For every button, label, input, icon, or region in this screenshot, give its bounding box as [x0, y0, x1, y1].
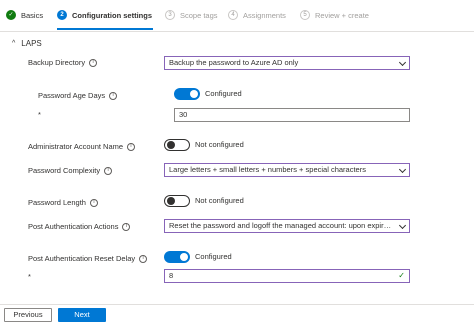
- chevron-down-icon: [398, 58, 407, 67]
- step-label: Scope tags: [180, 10, 218, 20]
- info-icon[interactable]: i: [89, 198, 98, 207]
- chevron-down-icon: [398, 165, 407, 174]
- required-asterisk: *: [28, 272, 31, 281]
- checkmark-icon: ✓: [398, 271, 405, 280]
- step-number-badge: 3: [165, 10, 175, 20]
- step-label: Assignments: [243, 10, 286, 20]
- setting-label-text: Administrator Account Name: [28, 142, 124, 151]
- post-auth-reset-delay-toggle-label: Configured: [195, 252, 232, 261]
- info-icon[interactable]: i: [89, 58, 98, 67]
- step-number-badge: 4: [228, 10, 238, 20]
- setting-label-text: Post Authentication Actions: [28, 222, 119, 231]
- required-asterisk: *: [38, 110, 41, 119]
- password-age-days-toggle[interactable]: [174, 88, 200, 100]
- admin-account-name-label: Administrator Account Name i: [28, 142, 136, 151]
- step-configuration-settings[interactable]: 2 Configuration settings: [57, 10, 152, 20]
- step-label: Basics: [21, 10, 44, 20]
- info-icon[interactable]: i: [139, 254, 148, 263]
- password-length-label: Password Length i: [28, 198, 98, 207]
- info-icon[interactable]: i: [122, 222, 131, 231]
- step-number-badge: 2: [57, 10, 67, 20]
- checkmark-icon: ✓: [6, 10, 16, 20]
- toggle-knob: [167, 141, 175, 149]
- step-basics[interactable]: ✓ Basics: [6, 10, 43, 20]
- toggle-knob: [167, 197, 175, 205]
- step-scope-tags[interactable]: 3 Scope tags: [165, 10, 218, 20]
- password-age-days-toggle-label: Configured: [205, 89, 242, 98]
- input-value: 30: [179, 110, 188, 119]
- backup-directory-dropdown[interactable]: Backup the password to Azure AD only: [164, 56, 410, 70]
- setting-label-text: Password Length: [28, 198, 86, 207]
- password-complexity-dropdown[interactable]: Large letters + small letters + numbers …: [164, 163, 410, 177]
- info-icon[interactable]: i: [104, 166, 113, 175]
- dropdown-value: Backup the password to Azure AD only: [169, 58, 299, 67]
- step-number-badge: 5: [300, 10, 310, 20]
- setting-label-text: Password Age Days: [38, 91, 106, 100]
- dropdown-value: Large letters + small letters + numbers …: [169, 165, 366, 174]
- toggle-knob: [190, 90, 198, 98]
- info-icon[interactable]: i: [127, 142, 136, 151]
- password-age-days-input[interactable]: 30: [174, 108, 410, 122]
- section-title: LAPS: [21, 39, 42, 48]
- step-label: Configuration settings: [72, 10, 152, 20]
- backup-directory-label: Backup Directory i: [28, 58, 98, 67]
- password-complexity-label: Password Complexity i: [28, 166, 113, 175]
- input-value: 8: [169, 271, 174, 280]
- chevron-up-icon: ^: [12, 40, 16, 47]
- post-auth-actions-dropdown[interactable]: Reset the password and logoff the manage…: [164, 219, 410, 233]
- admin-account-name-toggle[interactable]: [164, 139, 190, 151]
- previous-button[interactable]: Previous: [4, 308, 52, 322]
- step-label: Review + create: [315, 10, 369, 20]
- setting-label-text: Backup Directory: [28, 58, 86, 67]
- admin-account-name-toggle-label: Not configured: [195, 140, 244, 149]
- post-auth-reset-delay-toggle[interactable]: [164, 251, 190, 263]
- active-step-underline: [57, 28, 153, 30]
- info-icon[interactable]: i: [109, 91, 118, 100]
- password-length-toggle-label: Not configured: [195, 196, 244, 205]
- post-auth-reset-delay-input[interactable]: 8 ✓: [164, 269, 410, 283]
- wizard-steps: ✓ Basics 2 Configuration settings 3 Scop…: [0, 0, 474, 32]
- dropdown-value: Reset the password and logoff the manage…: [169, 221, 405, 230]
- step-review-create[interactable]: 5 Review + create: [300, 10, 369, 20]
- setting-label-text: Password Complexity: [28, 166, 101, 175]
- setting-label-text: Post Authentication Reset Delay: [28, 254, 136, 263]
- toggle-knob: [180, 253, 188, 261]
- post-auth-actions-label: Post Authentication Actions i: [28, 222, 131, 231]
- next-button[interactable]: Next: [58, 308, 106, 322]
- password-length-toggle[interactable]: [164, 195, 190, 207]
- password-age-days-label: Password Age Days i: [38, 91, 118, 100]
- post-auth-reset-delay-label: Post Authentication Reset Delay i: [28, 254, 148, 263]
- step-assignments[interactable]: 4 Assignments: [228, 10, 286, 20]
- laps-section-header[interactable]: ^ LAPS: [12, 39, 42, 48]
